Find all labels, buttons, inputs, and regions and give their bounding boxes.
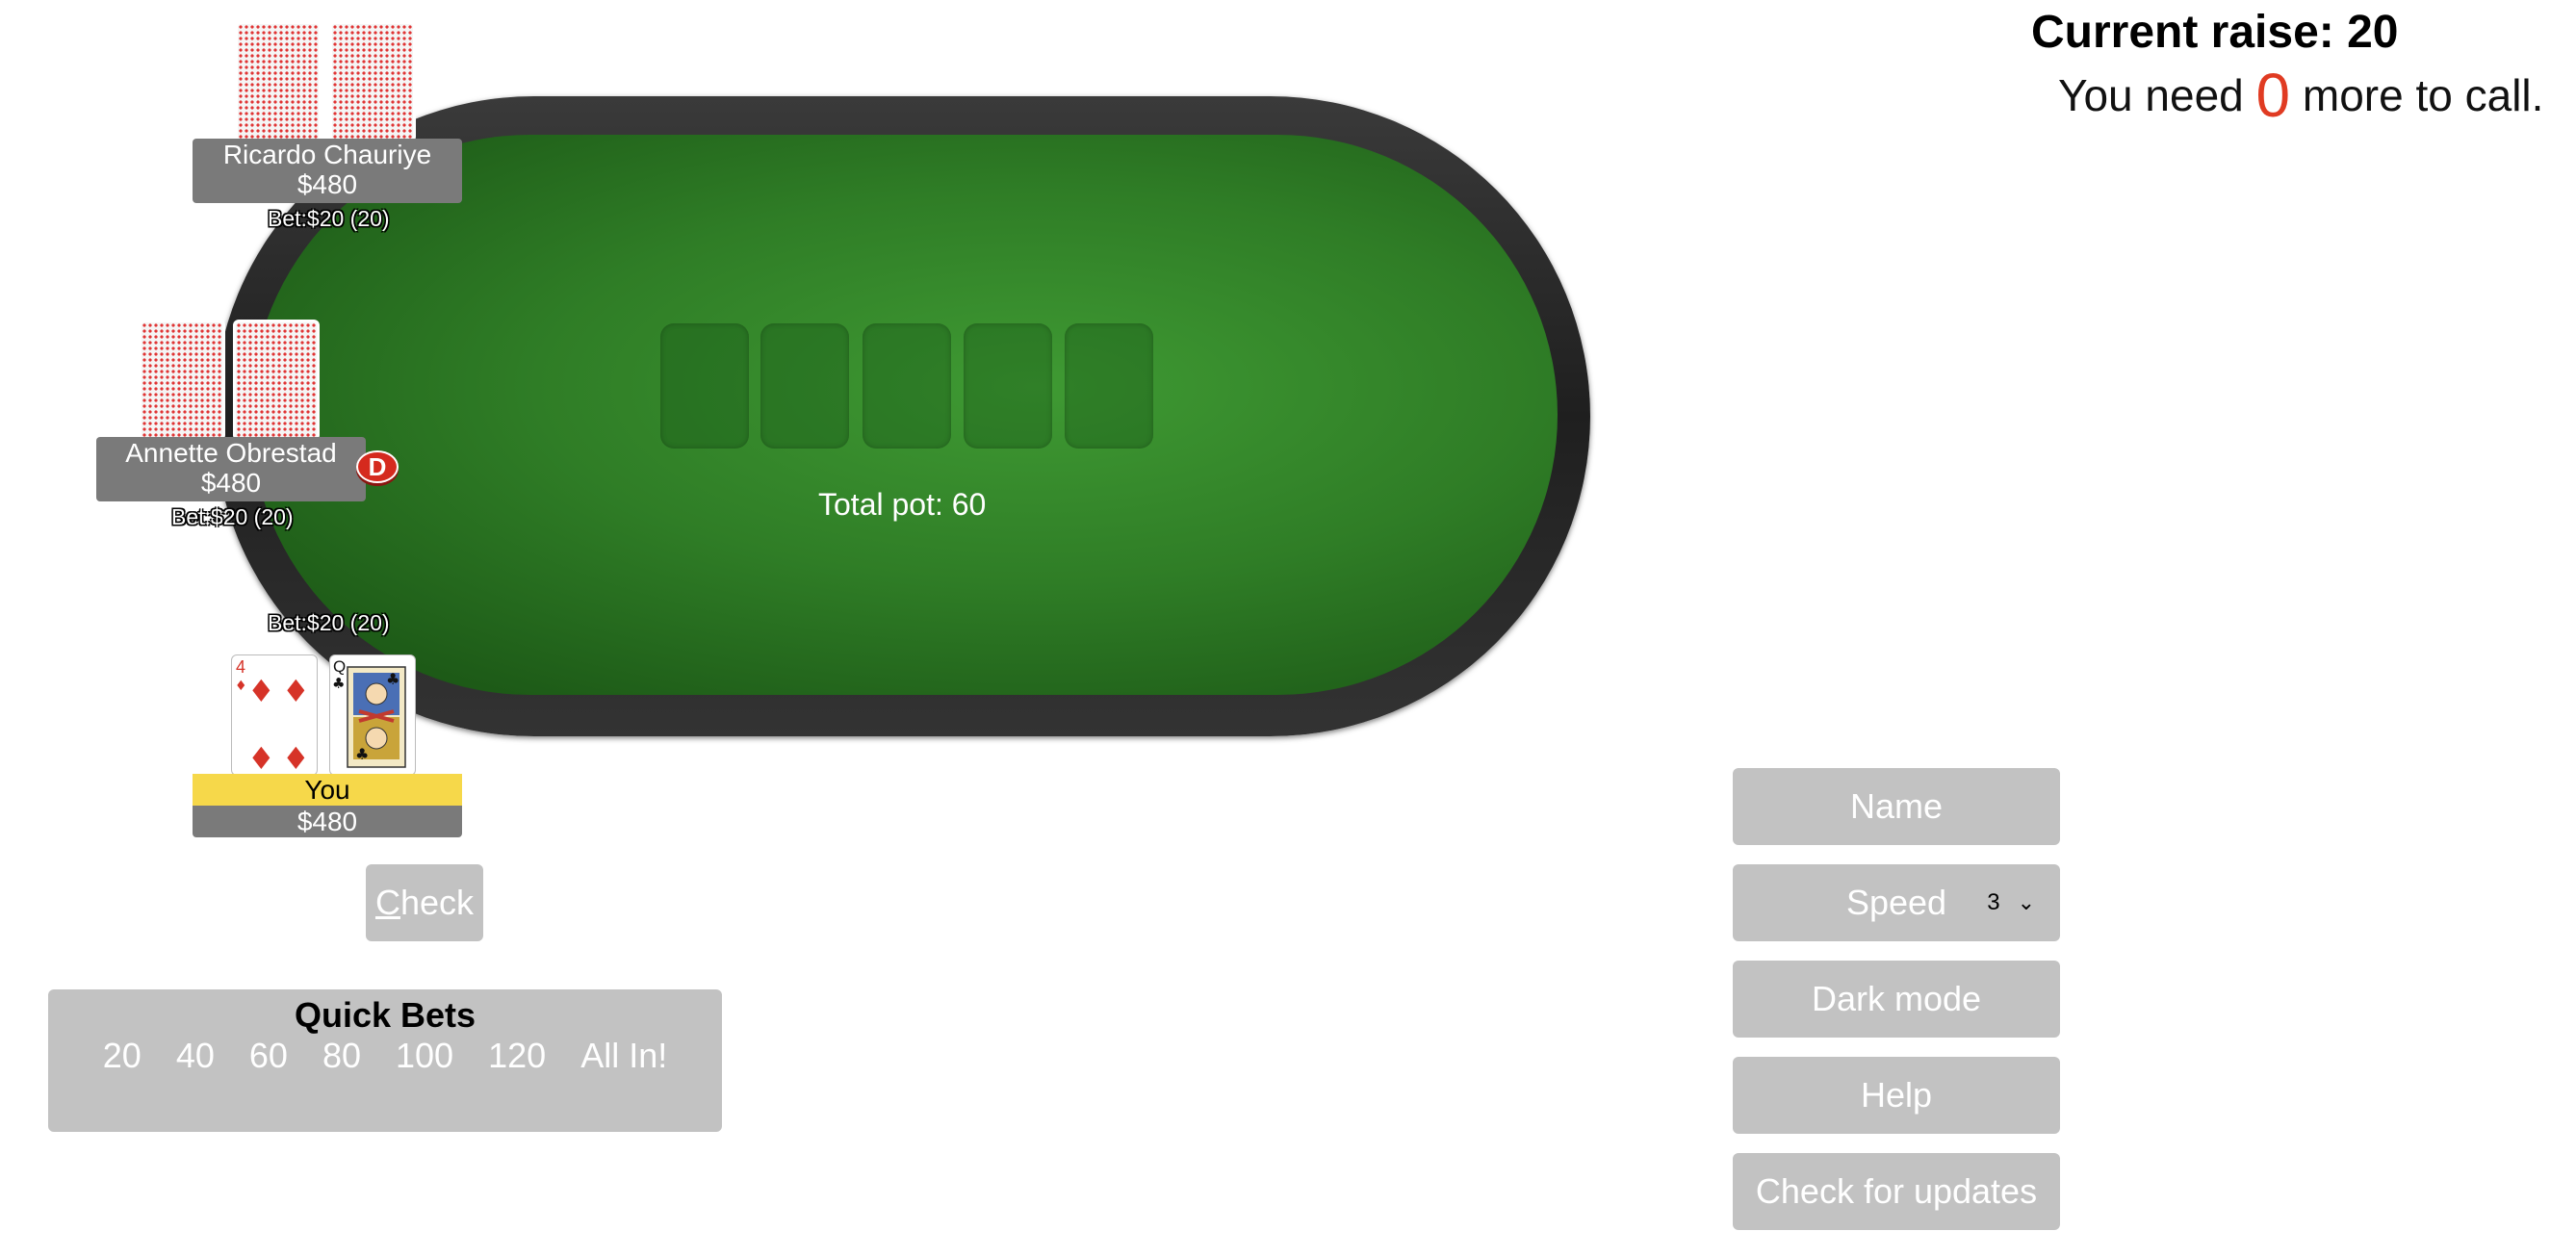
player-card-back <box>139 320 225 441</box>
speed-select[interactable]: 3 ⌄ <box>1987 864 2035 941</box>
dealer-button: D <box>356 450 399 483</box>
player-stack: $480 <box>200 468 262 498</box>
quick-bet-120[interactable]: 120 <box>488 1036 546 1076</box>
card-art: Q ♣ ♣ ♣ <box>332 657 406 768</box>
card-art: 4 ♦ ♦ ♦ ♦ ♦ <box>235 657 310 776</box>
quick-bets-panel: Quick Bets 20 40 60 80 100 120 All In! <box>48 989 722 1132</box>
current-raise-label: Current raise: 20 <box>2031 7 2399 58</box>
diamond-pip: ♦ <box>247 673 275 709</box>
speed-button[interactable]: Speed 3 ⌄ <box>1733 864 2060 941</box>
club-pip: ♣ <box>355 745 369 763</box>
board-card-slot-2 <box>760 323 849 449</box>
total-pot-label: Total pot: 60 <box>818 487 987 522</box>
quick-bet-100[interactable]: 100 <box>396 1036 453 1076</box>
diamond-pip: ♦ <box>282 673 310 709</box>
player-bet-label: Bet:$20 (20) <box>171 504 294 529</box>
call-amount-value: 0 <box>2255 61 2291 130</box>
quick-bet-80[interactable]: 80 <box>322 1036 361 1076</box>
hole-card-queen-of-clubs: Q ♣ ♣ ♣ <box>329 654 416 776</box>
diamond-pip: ♦ <box>282 740 310 776</box>
speed-value: 3 <box>1987 889 2000 915</box>
speed-label: Speed <box>1845 883 1947 922</box>
name-button[interactable]: Name <box>1733 768 2060 845</box>
player-name: Annette Obrestad <box>125 438 337 468</box>
your-name-label: You <box>193 774 462 806</box>
player-card-back <box>233 320 320 441</box>
check-shortcut-letter: C <box>374 883 400 922</box>
your-stack-label: $480 <box>193 806 462 837</box>
player-seat-ricardo: Ricardo Chauriye $480 <box>193 139 462 203</box>
board-card-slot-3 <box>863 323 951 449</box>
card-rank: 4 <box>236 657 245 677</box>
player-card-back <box>329 21 416 142</box>
quick-bet-20[interactable]: 20 <box>103 1036 142 1076</box>
your-bet-label: Bet:$20 (20) <box>268 610 390 635</box>
call-suffix: more to call. <box>2302 70 2544 120</box>
hole-card-four-of-diamonds: 4 ♦ ♦ ♦ ♦ ♦ <box>231 654 318 776</box>
call-prefix: You need <box>2058 70 2244 120</box>
help-button[interactable]: Help <box>1733 1057 2060 1134</box>
club-pip: ♣ <box>386 670 399 688</box>
call-amount-line: You need 0 more to call. <box>2058 60 2543 131</box>
quick-bets-title: Quick Bets <box>294 995 477 1035</box>
dark-mode-button[interactable]: Dark mode <box>1733 961 2060 1038</box>
check-button[interactable]: Check <box>366 864 483 941</box>
board-card-slot-5 <box>1065 323 1153 449</box>
quick-bet-all-in[interactable]: All In! <box>580 1036 667 1076</box>
quick-bets-options: 20 40 60 80 100 120 All In! <box>48 1036 722 1076</box>
player-card-back <box>235 21 322 142</box>
card-rank: Q <box>333 657 346 676</box>
board-card-slot-4 <box>964 323 1052 449</box>
player-bet-label: Bet:$20 (20) <box>268 206 390 231</box>
diamond-pip: ♦ <box>247 740 275 776</box>
chevron-down-icon: ⌄ <box>2017 890 2035 914</box>
player-stack: $480 <box>296 169 358 199</box>
check-label-rest: heck <box>399 883 475 922</box>
board-card-slot-1 <box>660 323 749 449</box>
card-suit-small: ♦ <box>235 679 247 694</box>
card-suit-small: ♣ <box>332 675 345 692</box>
quick-bet-60[interactable]: 60 <box>249 1036 288 1076</box>
quick-bet-40[interactable]: 40 <box>176 1036 215 1076</box>
check-for-updates-button[interactable]: Check for updates <box>1733 1153 2060 1230</box>
player-name: Ricardo Chauriye <box>222 140 432 169</box>
player-seat-annette: Annette Obrestad $480 <box>96 437 366 501</box>
